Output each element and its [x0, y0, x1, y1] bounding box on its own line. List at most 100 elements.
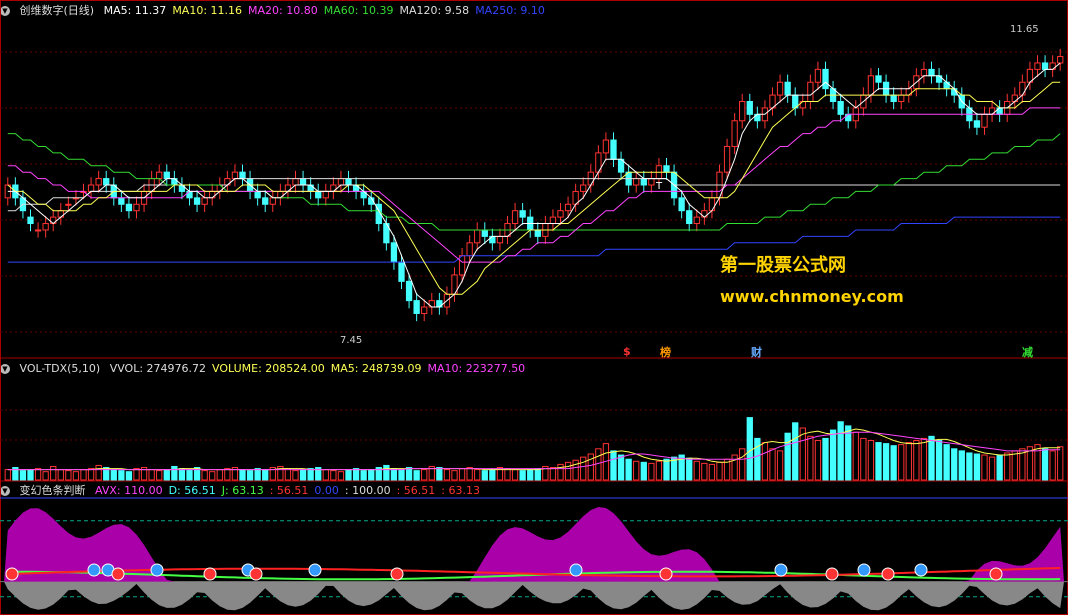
candle-body: [519, 210, 526, 218]
volume-bar: [110, 469, 117, 481]
volume-bar: [458, 468, 466, 481]
volume-bar: [928, 435, 935, 481]
signal-ball: [989, 567, 1003, 581]
candle-body: [731, 120, 738, 147]
volume-bar: [489, 469, 496, 481]
signal-ball: [857, 563, 871, 577]
event-cai[interactable]: 财: [751, 344, 762, 360]
candle-body: [557, 210, 564, 218]
volume-bar: [299, 469, 307, 481]
volume-bar: [814, 439, 822, 481]
candle-body: [118, 197, 125, 205]
volume-bar: [920, 437, 928, 481]
candle-body: [209, 190, 216, 199]
volume-bar: [125, 471, 133, 481]
candle-body: [65, 203, 72, 206]
volume-bar: [655, 460, 663, 481]
volume-bar: [337, 471, 345, 481]
volume-bar: [837, 421, 844, 481]
volume-bar: [186, 469, 193, 481]
volume-bar: [224, 468, 231, 481]
volume-bar: [981, 454, 988, 481]
volume-bar: [852, 431, 859, 481]
candle-body: [549, 216, 557, 225]
volume-bar: [65, 470, 72, 481]
candle-body: [723, 145, 731, 173]
volume-bar: [436, 467, 443, 481]
volume-bar: [829, 429, 837, 481]
volume-bar: [481, 470, 488, 481]
volume-bar: [973, 453, 981, 481]
signal-ball: [881, 567, 895, 581]
candle-body: [867, 75, 875, 96]
volume-bar: [898, 444, 905, 481]
volume-bar: [640, 461, 647, 481]
volume-bar: [171, 465, 178, 481]
volume-bar: [610, 450, 617, 481]
volume-bar: [19, 470, 27, 481]
volume-bar: [1004, 452, 1011, 481]
volume-bar: [587, 453, 594, 481]
candle-body: [34, 229, 42, 232]
candle-body: [231, 171, 239, 180]
candle-body: [413, 300, 420, 314]
volume-bar: [792, 422, 799, 481]
volume-bar: [549, 467, 557, 481]
candle-body: [87, 184, 95, 192]
volume-bar: [686, 457, 693, 481]
volume-bar: [383, 464, 390, 481]
volume-bar: [34, 468, 42, 481]
watermark-title: 第一股票公式网: [720, 255, 846, 276]
candle-body: [193, 197, 201, 205]
event-dollar[interactable]: $: [623, 345, 631, 358]
volume-bar: [716, 461, 723, 481]
candle-body: [133, 203, 140, 212]
event-bang[interactable]: 榜: [660, 344, 671, 360]
candle-body: [405, 280, 413, 302]
volume-bar: [882, 443, 890, 481]
volume-bar: [754, 437, 761, 481]
volume-bar: [822, 437, 829, 481]
volume-bar: [648, 462, 655, 481]
volume-bar: [307, 468, 314, 481]
candle-body: [345, 178, 352, 186]
candle-body: [1057, 56, 1064, 64]
volume-bar: [996, 454, 1003, 481]
volume-bar: [617, 454, 625, 481]
volume-bar: [564, 461, 572, 481]
candle-body: [156, 171, 163, 180]
signal-ball: [825, 567, 839, 581]
t-mark: T: [656, 181, 663, 192]
candle-body: [337, 178, 345, 186]
candle-body: [981, 113, 988, 128]
candle-body: [686, 210, 693, 225]
candle-body: [708, 197, 716, 212]
volume-bar: [875, 442, 882, 481]
candle-body: [201, 197, 208, 205]
volume-bar: [148, 469, 155, 481]
candle-body: [663, 165, 670, 173]
candle-body: [580, 184, 587, 192]
volume-bar: [633, 460, 640, 481]
stock-chart[interactable]: [0, 0, 1068, 615]
volume-bar: [398, 469, 405, 481]
signal-ball: [150, 563, 164, 577]
volume-bar: [156, 470, 163, 481]
volume-bar: [474, 469, 481, 481]
volume-bar: [178, 468, 186, 481]
candle-body: [458, 255, 466, 276]
volume-bar: [867, 439, 875, 481]
watermark-url: www.chnmoney.com: [720, 287, 904, 306]
candle-body: [928, 68, 935, 77]
signal-ball: [249, 567, 263, 581]
candle-body: [421, 306, 428, 314]
signal-ball: [87, 563, 101, 577]
candle-body: [27, 216, 34, 225]
volume-bar: [1049, 450, 1056, 481]
volume-bar: [50, 465, 57, 481]
volume-bar: [1041, 448, 1049, 481]
candle-body: [739, 101, 746, 122]
candle-body: [1034, 62, 1041, 70]
volume-bar: [905, 442, 912, 481]
event-jian[interactable]: 减: [1022, 344, 1033, 360]
